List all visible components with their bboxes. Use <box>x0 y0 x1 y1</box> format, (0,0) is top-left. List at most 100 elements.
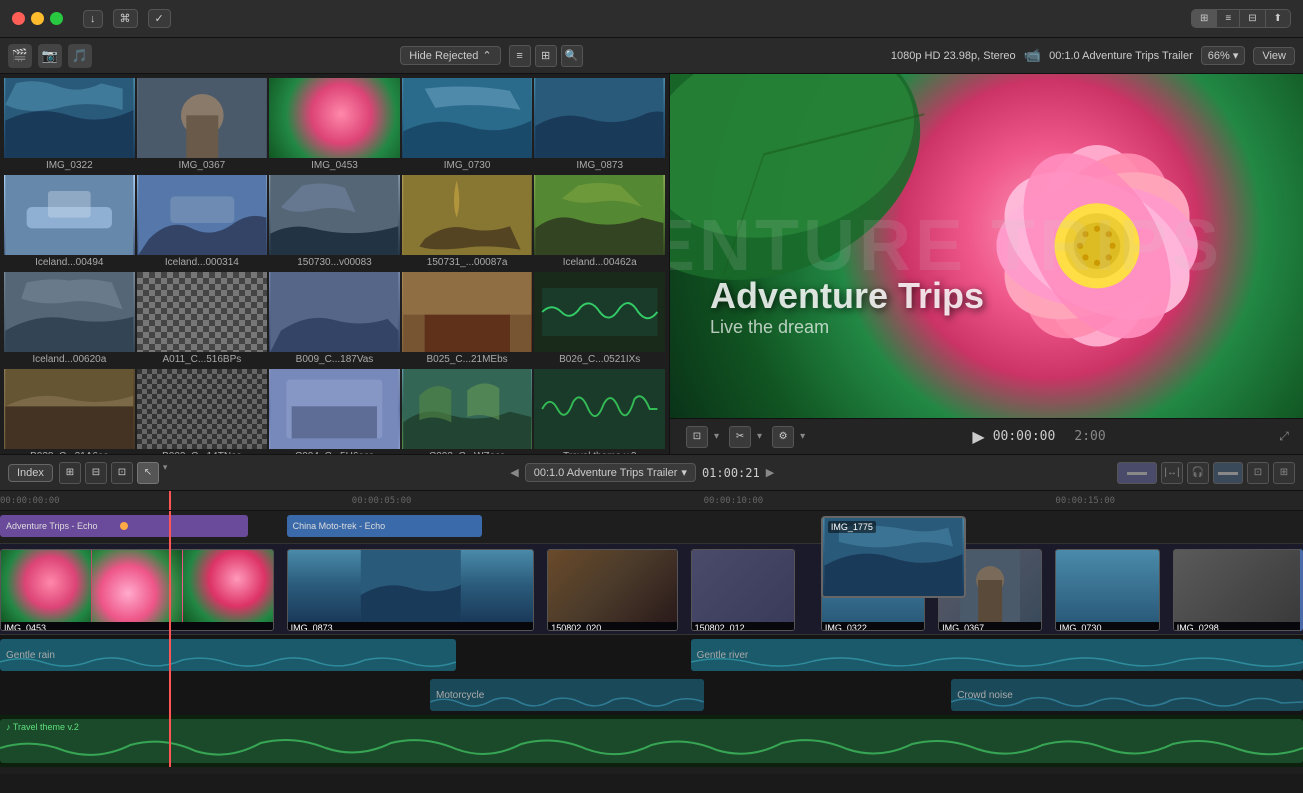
photos-icon[interactable]: 📷 <box>38 44 62 68</box>
project-name-button[interactable]: 00:1.0 Adventure Trips Trailer ▾ <box>525 463 696 482</box>
content-area: IMG_0322 IMG_0367 IMG_0453 IMG_0730 <box>0 74 1303 454</box>
tl-btn-4[interactable]: ▬▬ <box>1213 462 1243 484</box>
video-clip-img0298[interactable]: IMG_0298 <box>1173 549 1303 631</box>
arrow-tool[interactable]: ↖ <box>137 462 159 484</box>
trim-button[interactable]: ✂ <box>729 426 751 448</box>
video-clip-img0873[interactable]: IMG_0873 <box>287 549 535 631</box>
crowd-noise-block[interactable]: Crowd noise <box>951 679 1303 711</box>
list-item[interactable]: IMG_0367 <box>137 78 268 173</box>
nav-right-icon[interactable]: ▶ <box>766 466 774 479</box>
traffic-lights <box>12 12 63 25</box>
media-label: C003_C...WZacs <box>402 449 533 454</box>
music-label: ♪ Travel theme v.2 <box>6 722 79 732</box>
key-button[interactable]: ⌘ <box>113 9 138 28</box>
motorcycle-label: Motorcycle <box>436 690 484 701</box>
play-icon[interactable]: ▶ <box>972 427 984 447</box>
color-button[interactable]: ⚙ <box>772 426 794 448</box>
fullscreen-button[interactable]: ⤢ <box>1273 426 1295 448</box>
tl-btn-1[interactable]: ▬▬ <box>1117 462 1157 484</box>
tl-btn-2[interactable]: |↔| <box>1161 462 1183 484</box>
zoom-icon[interactable]: ⊡ <box>111 462 133 484</box>
media-thumbnail <box>269 175 400 255</box>
list-item[interactable]: Iceland...00462a <box>534 175 665 270</box>
tl-btn-5[interactable]: ⊡ <box>1247 462 1269 484</box>
list-item[interactable]: A011_C...516BPs <box>137 272 268 367</box>
grid-view-button[interactable]: ⊞ <box>1192 10 1217 27</box>
list-item[interactable]: B002_C...14TNas <box>137 369 268 454</box>
echo-block-2[interactable]: China Moto-trek - Echo <box>287 515 482 537</box>
hide-rejected-button[interactable]: Hide Rejected ⌃ <box>400 46 500 65</box>
media-thumbnail <box>4 78 135 158</box>
list-item[interactable]: Iceland...00620a <box>4 272 135 367</box>
download-button[interactable]: ↓ <box>83 10 103 28</box>
video-track: IMG_0453 IMG_0873 150802_020 150 <box>0 543 1303 635</box>
index-tab[interactable]: Index <box>8 464 53 482</box>
media-label: IMG_0873 <box>534 158 665 173</box>
minimize-button[interactable] <box>31 12 44 25</box>
media-thumbnail <box>4 272 135 352</box>
adventure-subtitle: Live the dream <box>710 317 984 338</box>
video-clip-150802-012[interactable]: 150802_012 <box>691 549 795 631</box>
export-button[interactable]: ⬆ <box>1266 10 1290 27</box>
main-toolbar: 🎬 📷 🎵 Hide Rejected ⌃ ≡ ⊞ 🔍 1080p HD 23.… <box>0 38 1303 74</box>
tl-btn-6[interactable]: ⊞ <box>1273 462 1295 484</box>
tl-btn-3[interactable]: 🎧 <box>1187 462 1209 484</box>
metadata-icon[interactable]: ⊞ <box>535 45 557 67</box>
list-item[interactable]: C003_C...WZacs <box>402 369 533 454</box>
media-thumbnail <box>402 369 533 449</box>
gentle-river-block[interactable]: Gentle river <box>691 639 1303 671</box>
list-item[interactable]: IMG_0730 <box>402 78 533 173</box>
color-arrow: ▾ <box>800 431 805 442</box>
blade-icon[interactable]: ⊟ <box>85 462 107 484</box>
clip-label-img0367: IMG_0367 <box>939 622 1041 631</box>
view-button[interactable]: View <box>1253 47 1295 65</box>
media-label: B028_C...21A6as <box>4 449 135 454</box>
timeline-right: ▬▬ |↔| 🎧 ▬▬ ⊡ ⊞ <box>1117 462 1295 484</box>
music-block[interactable]: ♪ Travel theme v.2 <box>0 719 1303 763</box>
titlebar-icons: ↓ ⌘ ✓ <box>83 9 171 28</box>
list-icon[interactable]: ≡ <box>509 45 531 67</box>
list-item[interactable]: C004_C...5U6acs <box>269 369 400 454</box>
list-item[interactable]: B028_C...21A6as <box>4 369 135 454</box>
clip-thumb <box>1174 550 1302 622</box>
media-thumbnail <box>534 78 665 158</box>
list-item[interactable]: IMG_0322 <box>4 78 135 173</box>
video-clip-150802-020[interactable]: 150802_020 <box>547 549 677 631</box>
list-item[interactable]: IMG_0873 <box>534 78 665 173</box>
media-thumbnail <box>534 369 665 449</box>
list-view-button[interactable]: ≡ <box>1217 10 1240 27</box>
nav-left-icon[interactable]: ◀ <box>510 466 518 479</box>
ruler-mark-2: 00:00:10:00 <box>704 496 764 506</box>
video-clip-img0730[interactable]: IMG_0730 <box>1055 549 1159 631</box>
zoom-button[interactable]: 66% ▾ <box>1201 46 1246 65</box>
list-item[interactable]: 150730...v00083 <box>269 175 400 270</box>
search-icon[interactable]: 🔍 <box>561 45 583 67</box>
list-item[interactable]: 150731_...00087a <box>402 175 533 270</box>
list-item[interactable]: Travel theme v.2 <box>534 369 665 454</box>
list-item[interactable]: Iceland...00494 <box>4 175 135 270</box>
list-item[interactable]: IMG_0453 <box>269 78 400 173</box>
music-icon[interactable]: 🎵 <box>68 44 92 68</box>
list-item[interactable]: Iceland...000314 <box>137 175 268 270</box>
media-thumbnail <box>137 175 268 255</box>
library-icon[interactable]: 🎬 <box>8 44 32 68</box>
camera-icon: 📹 <box>1024 47 1041 64</box>
floating-thumb-label: IMG_1775 <box>828 521 876 533</box>
transform-button[interactable]: ⊡ <box>686 426 708 448</box>
toolbar-view-icons: ≡ ⊞ 🔍 <box>509 45 583 67</box>
video-clip-img0453[interactable]: IMG_0453 <box>0 549 274 631</box>
media-label: IMG_0367 <box>137 158 268 173</box>
close-button[interactable] <box>12 12 25 25</box>
list-item[interactable]: B025_C...21MEbs <box>402 272 533 367</box>
detail-view-button[interactable]: ⊟ <box>1240 10 1265 27</box>
list-item[interactable]: B026_C...0521IXs <box>534 272 665 367</box>
gentle-rain-block[interactable]: Gentle rain <box>0 639 456 671</box>
maximize-button[interactable] <box>50 12 63 25</box>
check-button[interactable]: ✓ <box>148 9 171 28</box>
list-item[interactable]: B009_C...187Vas <box>269 272 400 367</box>
titlebar-right: ⊞ ≡ ⊟ ⬆ <box>1191 9 1291 28</box>
media-browser: IMG_0322 IMG_0367 IMG_0453 IMG_0730 <box>0 74 670 454</box>
motorcycle-block[interactable]: Motorcycle <box>430 679 704 711</box>
echo-block-1[interactable]: Adventure Trips - Echo <box>0 515 248 537</box>
clip-appear-icon[interactable]: ⊞ <box>59 462 81 484</box>
